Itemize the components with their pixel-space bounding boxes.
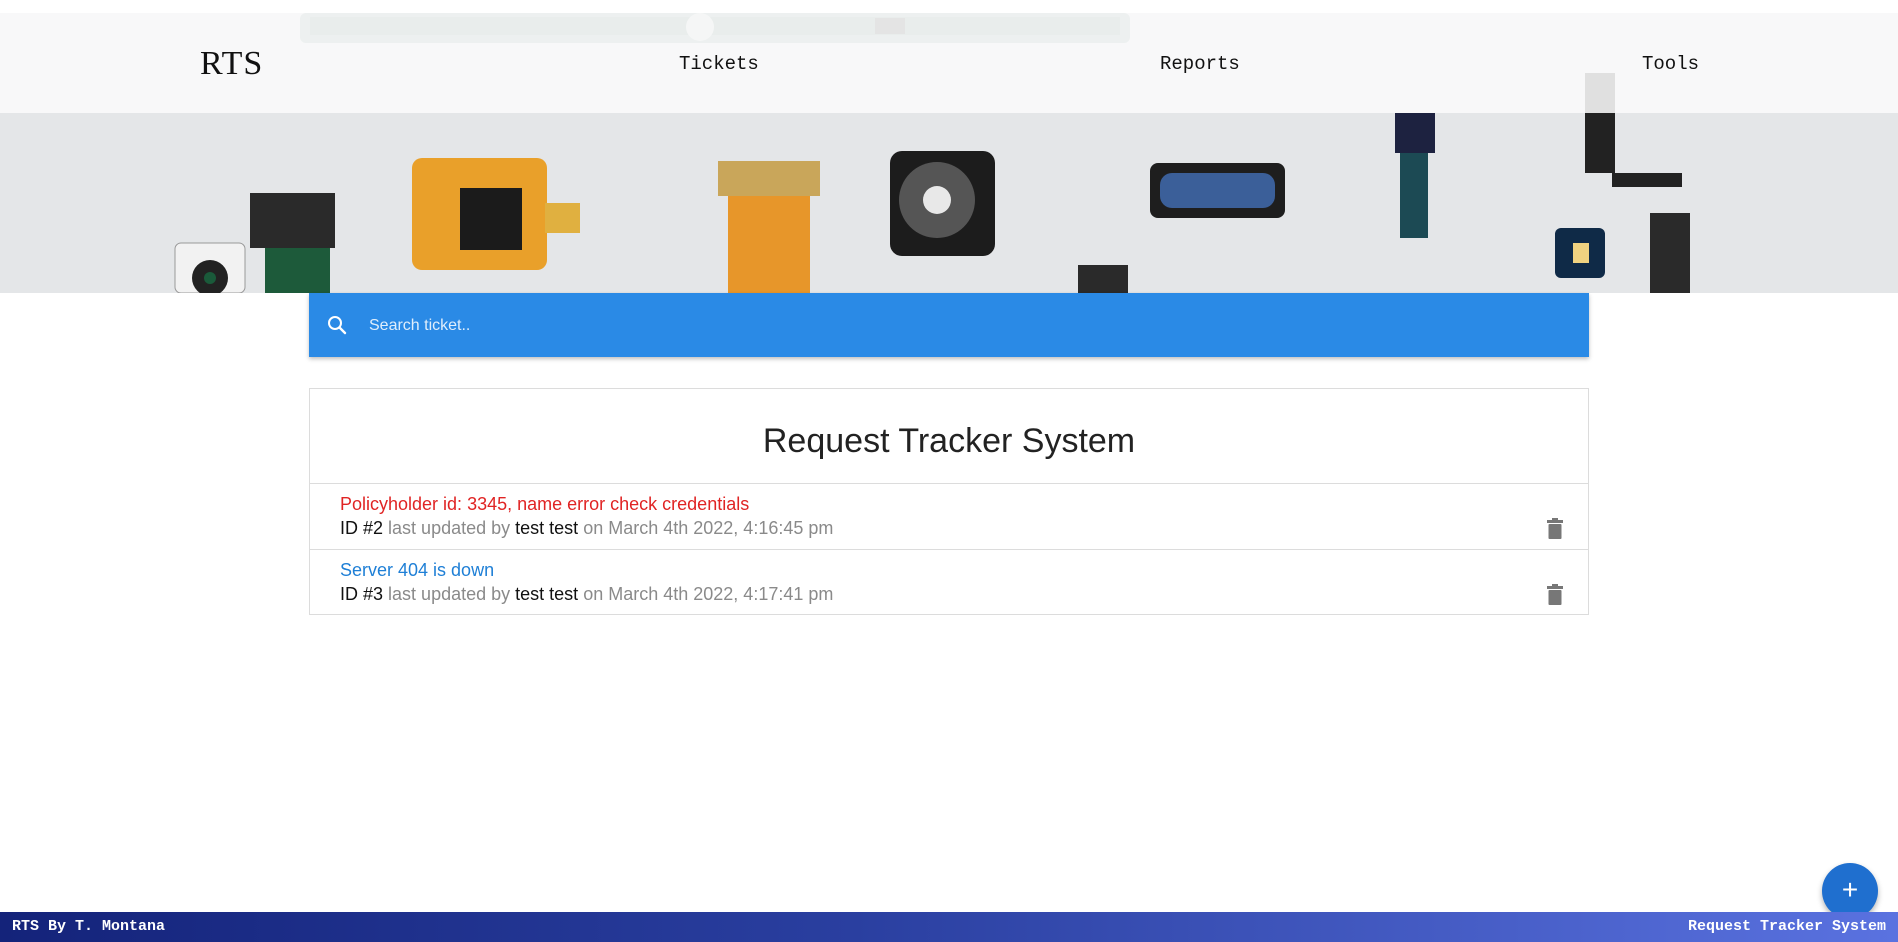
search-bar — [309, 293, 1589, 359]
trash-icon[interactable] — [1546, 518, 1564, 540]
ticket-row[interactable]: Server 404 is down ID #3 last updated by… — [310, 550, 1588, 615]
ticket-user: test test — [515, 518, 579, 538]
trash-icon[interactable] — [1546, 584, 1564, 606]
footer: RTS By T. Montana Request Tracker System — [0, 912, 1898, 942]
ticket-date: on March 4th 2022, 4:16:45 pm — [583, 518, 834, 538]
search-input[interactable] — [367, 293, 1571, 359]
ticket-meta: ID #2 last updated by test test on March… — [340, 518, 833, 539]
ticket-user: test test — [515, 584, 579, 604]
ticket-title[interactable]: Server 404 is down — [340, 560, 494, 581]
nav-link-tickets[interactable]: Tickets — [679, 53, 759, 75]
ticket-title[interactable]: Policyholder id: 3345, name error check … — [340, 494, 749, 515]
add-ticket-button[interactable]: + — [1822, 863, 1878, 919]
plus-icon: + — [1841, 874, 1859, 905]
ticket-updated-label: last updated by — [388, 584, 511, 604]
page-title: Request Tracker System — [310, 389, 1588, 484]
nav-link-reports[interactable]: Reports — [1160, 53, 1240, 75]
ticket-date: on March 4th 2022, 4:17:41 pm — [583, 584, 834, 604]
ticket-id: ID #2 — [340, 518, 384, 538]
footer-credit: RTS By T. Montana — [12, 918, 166, 935]
navbar: RTS Tickets Reports Tools — [0, 13, 1898, 113]
ticket-list-card: Request Tracker System Policyholder id: … — [309, 388, 1589, 615]
ticket-row[interactable]: Policyholder id: 3345, name error check … — [310, 484, 1588, 550]
ticket-updated-label: last updated by — [388, 518, 511, 538]
footer-app-name: Request Tracker System — [1687, 918, 1886, 935]
ticket-meta: ID #3 last updated by test test on March… — [340, 584, 833, 605]
brand-logo[interactable]: RTS — [200, 45, 263, 83]
nav-link-tools[interactable]: Tools — [1642, 53, 1699, 75]
ticket-id: ID #3 — [340, 584, 384, 604]
search-icon — [328, 316, 347, 335]
